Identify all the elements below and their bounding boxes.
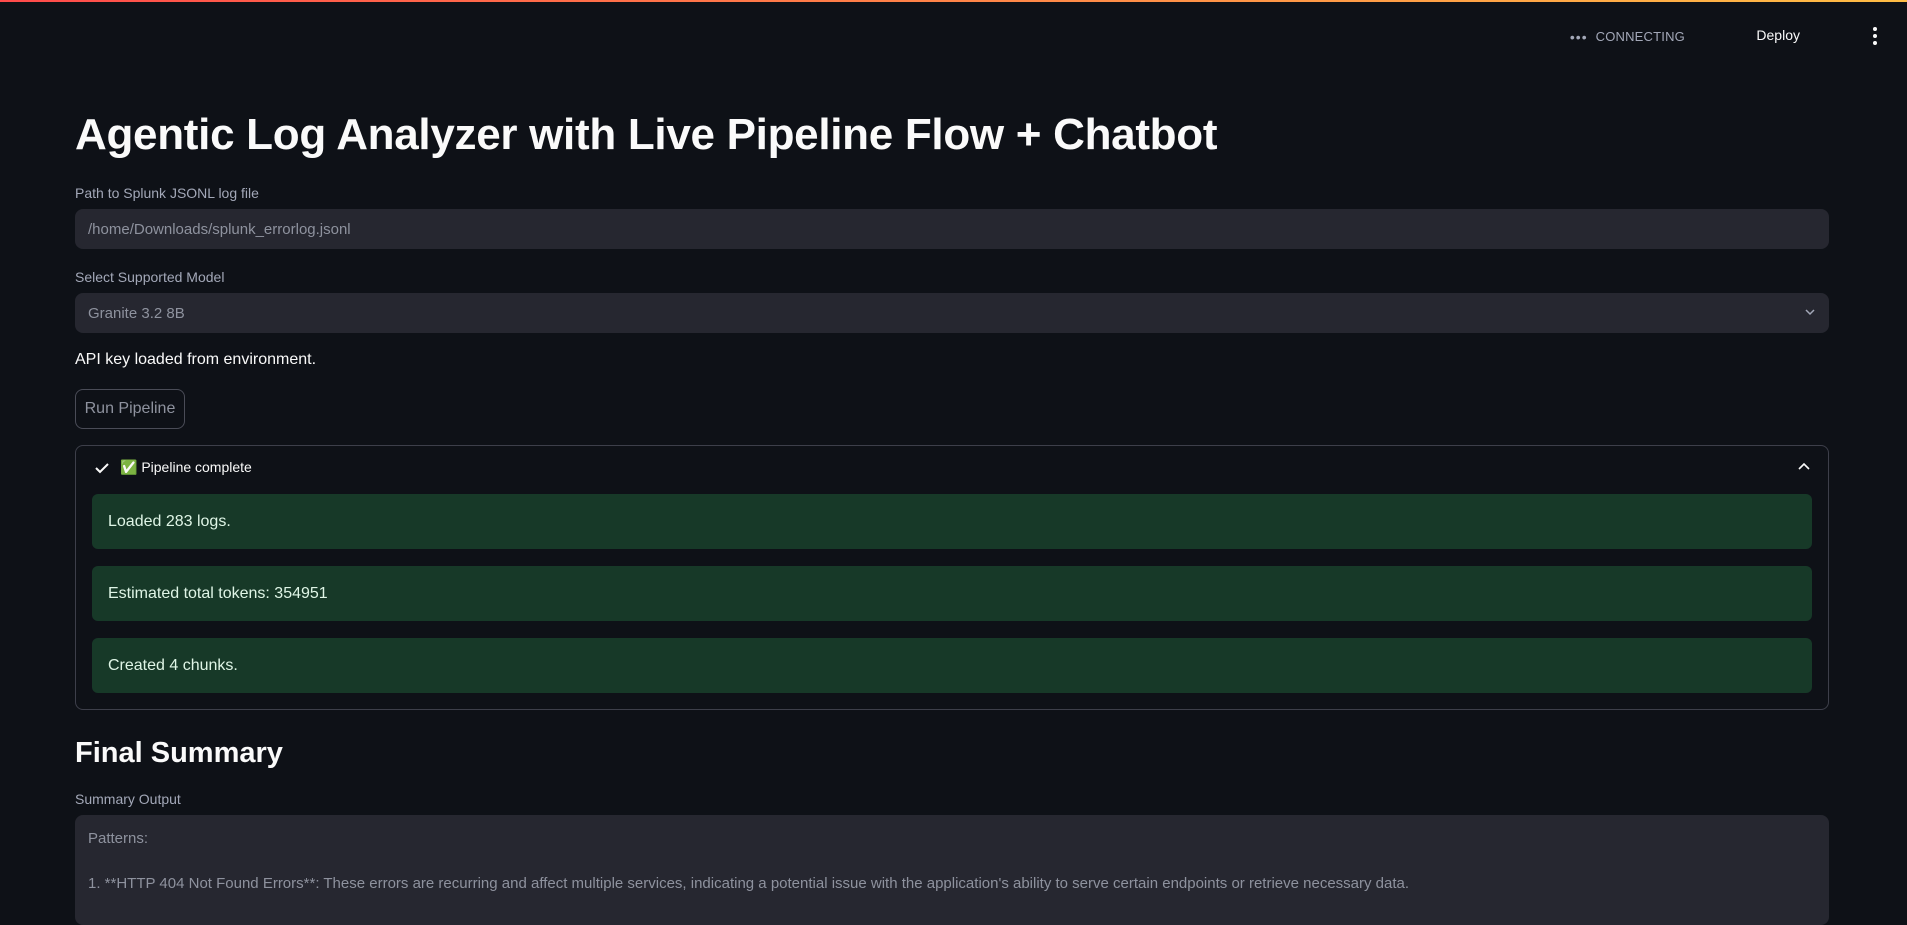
summary-output-textarea[interactable]: Patterns: 1. **HTTP 404 Not Found Errors… <box>75 815 1829 925</box>
more-horizontal-icon: ••• <box>1569 28 1588 45</box>
connection-status-text: CONNECTING <box>1595 29 1685 44</box>
page-title: Agentic Log Analyzer with Live Pipeline … <box>75 110 1218 159</box>
path-input-value: /home/Downloads/splunk_errorlog.jsonl <box>88 220 351 238</box>
api-key-status: API key loaded from environment. <box>75 351 317 368</box>
model-select[interactable]: Granite 3.2 8B <box>75 293 1829 333</box>
run-pipeline-button[interactable]: Run Pipeline <box>75 389 185 429</box>
summary-line: 1. **HTTP 404 Not Found Errors**: These … <box>88 875 1410 892</box>
summary-output-label: Summary Output <box>75 791 181 807</box>
expander-header[interactable]: ✅ Pipeline complete <box>94 459 252 476</box>
success-message-chunks: Created 4 chunks. <box>92 638 1812 693</box>
pipeline-status-expander[interactable]: ✅ Pipeline complete Loaded 283 logs. Est… <box>75 445 1829 710</box>
check-icon <box>95 462 109 473</box>
success-message-text: Estimated total tokens: 354951 <box>108 584 328 602</box>
summary-heading: Final Summary <box>75 737 283 769</box>
success-message-text: Created 4 chunks. <box>108 656 238 674</box>
path-input-label: Path to Splunk JSONL log file <box>75 185 259 201</box>
main-menu-icon[interactable] <box>1869 27 1881 45</box>
chevron-down-icon <box>1805 309 1815 316</box>
summary-line: Patterns: <box>88 830 149 847</box>
chevron-up-icon[interactable] <box>1798 462 1810 472</box>
model-select-label: Select Supported Model <box>75 269 225 285</box>
deploy-button[interactable]: Deploy <box>1756 27 1800 43</box>
success-message-tokens: Estimated total tokens: 354951 <box>92 566 1812 621</box>
model-select-value: Granite 3.2 8B <box>88 304 185 322</box>
success-message-text: Loaded 283 logs. <box>108 512 231 530</box>
path-input[interactable]: /home/Downloads/splunk_errorlog.jsonl <box>75 209 1829 249</box>
success-message-loaded: Loaded 283 logs. <box>92 494 1812 549</box>
app-header: ••• CONNECTING Deploy <box>0 2 1907 68</box>
expander-title: ✅ Pipeline complete <box>120 459 252 475</box>
connection-status: ••• CONNECTING <box>1570 29 1685 44</box>
